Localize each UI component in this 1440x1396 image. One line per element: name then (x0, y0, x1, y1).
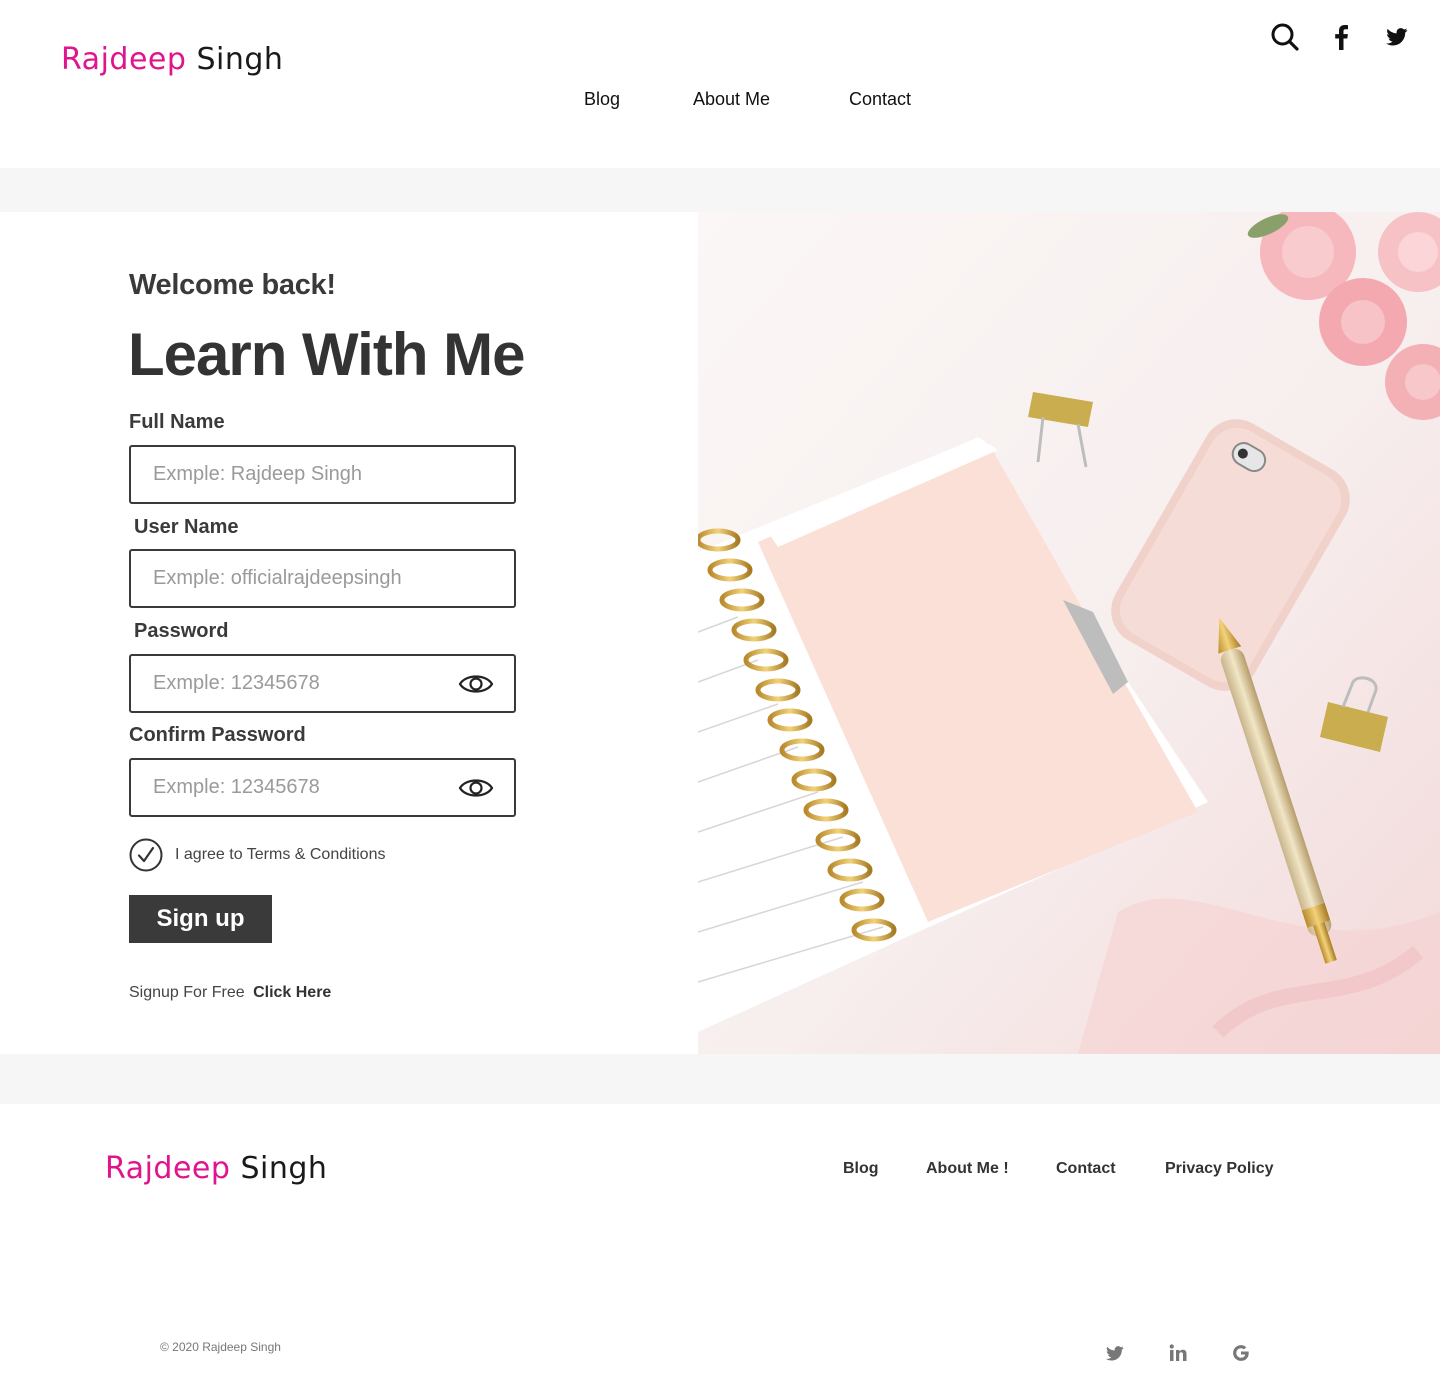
footer-nav-privacy-policy[interactable]: Privacy Policy (1165, 1160, 1274, 1178)
header-icons (1270, 22, 1412, 52)
twitter-icon[interactable] (1104, 1342, 1126, 1364)
full-name-label: Full Name (129, 411, 225, 433)
user-name-input[interactable] (131, 551, 514, 606)
show-confirm-password-eye-icon[interactable] (458, 774, 494, 802)
search-icon[interactable] (1270, 22, 1300, 52)
full-name-input[interactable] (131, 447, 514, 502)
user-name-label: User Name (134, 516, 239, 538)
desk-flatlay-illustration (698, 212, 1440, 1054)
signup-section: Welcome back! Learn With Me Full Name Us… (0, 212, 1440, 1054)
user-name-field (129, 549, 516, 608)
facebook-icon[interactable] (1326, 22, 1356, 52)
page-title: Learn With Me (128, 321, 525, 388)
footer-logo[interactable]: Rajdeep Singh (105, 1151, 327, 1186)
nav-blog[interactable]: Blog (584, 89, 620, 110)
terms-label: I agree to Terms & Conditions (175, 846, 386, 863)
confirm-password-input[interactable] (131, 760, 514, 815)
twitter-icon[interactable] (1382, 22, 1412, 52)
terms-checkbox[interactable] (129, 837, 163, 873)
full-name-field (129, 445, 516, 504)
site-logo[interactable]: Rajdeep Singh (61, 42, 283, 77)
password-input[interactable] (131, 656, 514, 711)
show-password-eye-icon[interactable] (458, 670, 494, 698)
nav-contact[interactable]: Contact (849, 89, 911, 110)
linkedin-icon[interactable] (1167, 1342, 1189, 1364)
logo-last-name: Singh (196, 42, 284, 77)
welcome-heading: Welcome back! (129, 269, 336, 301)
footer-nav-contact[interactable]: Contact (1056, 1160, 1116, 1178)
site-header: Rajdeep Singh Blog About Me Contact (0, 0, 1440, 168)
terms-agreement: I agree to Terms & Conditions (129, 837, 385, 873)
footer-nav-about-me[interactable]: About Me ! (926, 1160, 1009, 1178)
top-band (0, 168, 1440, 212)
hero-image (698, 212, 1440, 1054)
logo-first-name: Rajdeep (61, 42, 187, 77)
nav-about-me[interactable]: About Me (693, 89, 770, 110)
footer-logo-first-name: Rajdeep (105, 1151, 231, 1186)
copyright-text: © 2020 Rajdeep Singh (160, 1340, 281, 1354)
footer-logo-last-name: Singh (240, 1151, 328, 1186)
footer-nav-blog[interactable]: Blog (843, 1160, 879, 1178)
password-field (129, 654, 516, 713)
signup-free-text: Signup For Free (129, 984, 245, 1001)
signup-button[interactable]: Sign up (129, 895, 272, 943)
password-label: Password (134, 620, 229, 642)
bottom-band (0, 1054, 1440, 1104)
confirm-password-field (129, 758, 516, 817)
site-footer: Rajdeep Singh Blog About Me ! Contact Pr… (0, 1104, 1440, 1396)
confirm-password-label: Confirm Password (129, 724, 306, 746)
signup-free-row: Signup For Free Click Here (129, 984, 331, 1002)
click-here-link[interactable]: Click Here (253, 984, 331, 1001)
signup-form-panel: Welcome back! Learn With Me Full Name Us… (0, 212, 698, 1054)
google-icon[interactable] (1230, 1342, 1252, 1364)
